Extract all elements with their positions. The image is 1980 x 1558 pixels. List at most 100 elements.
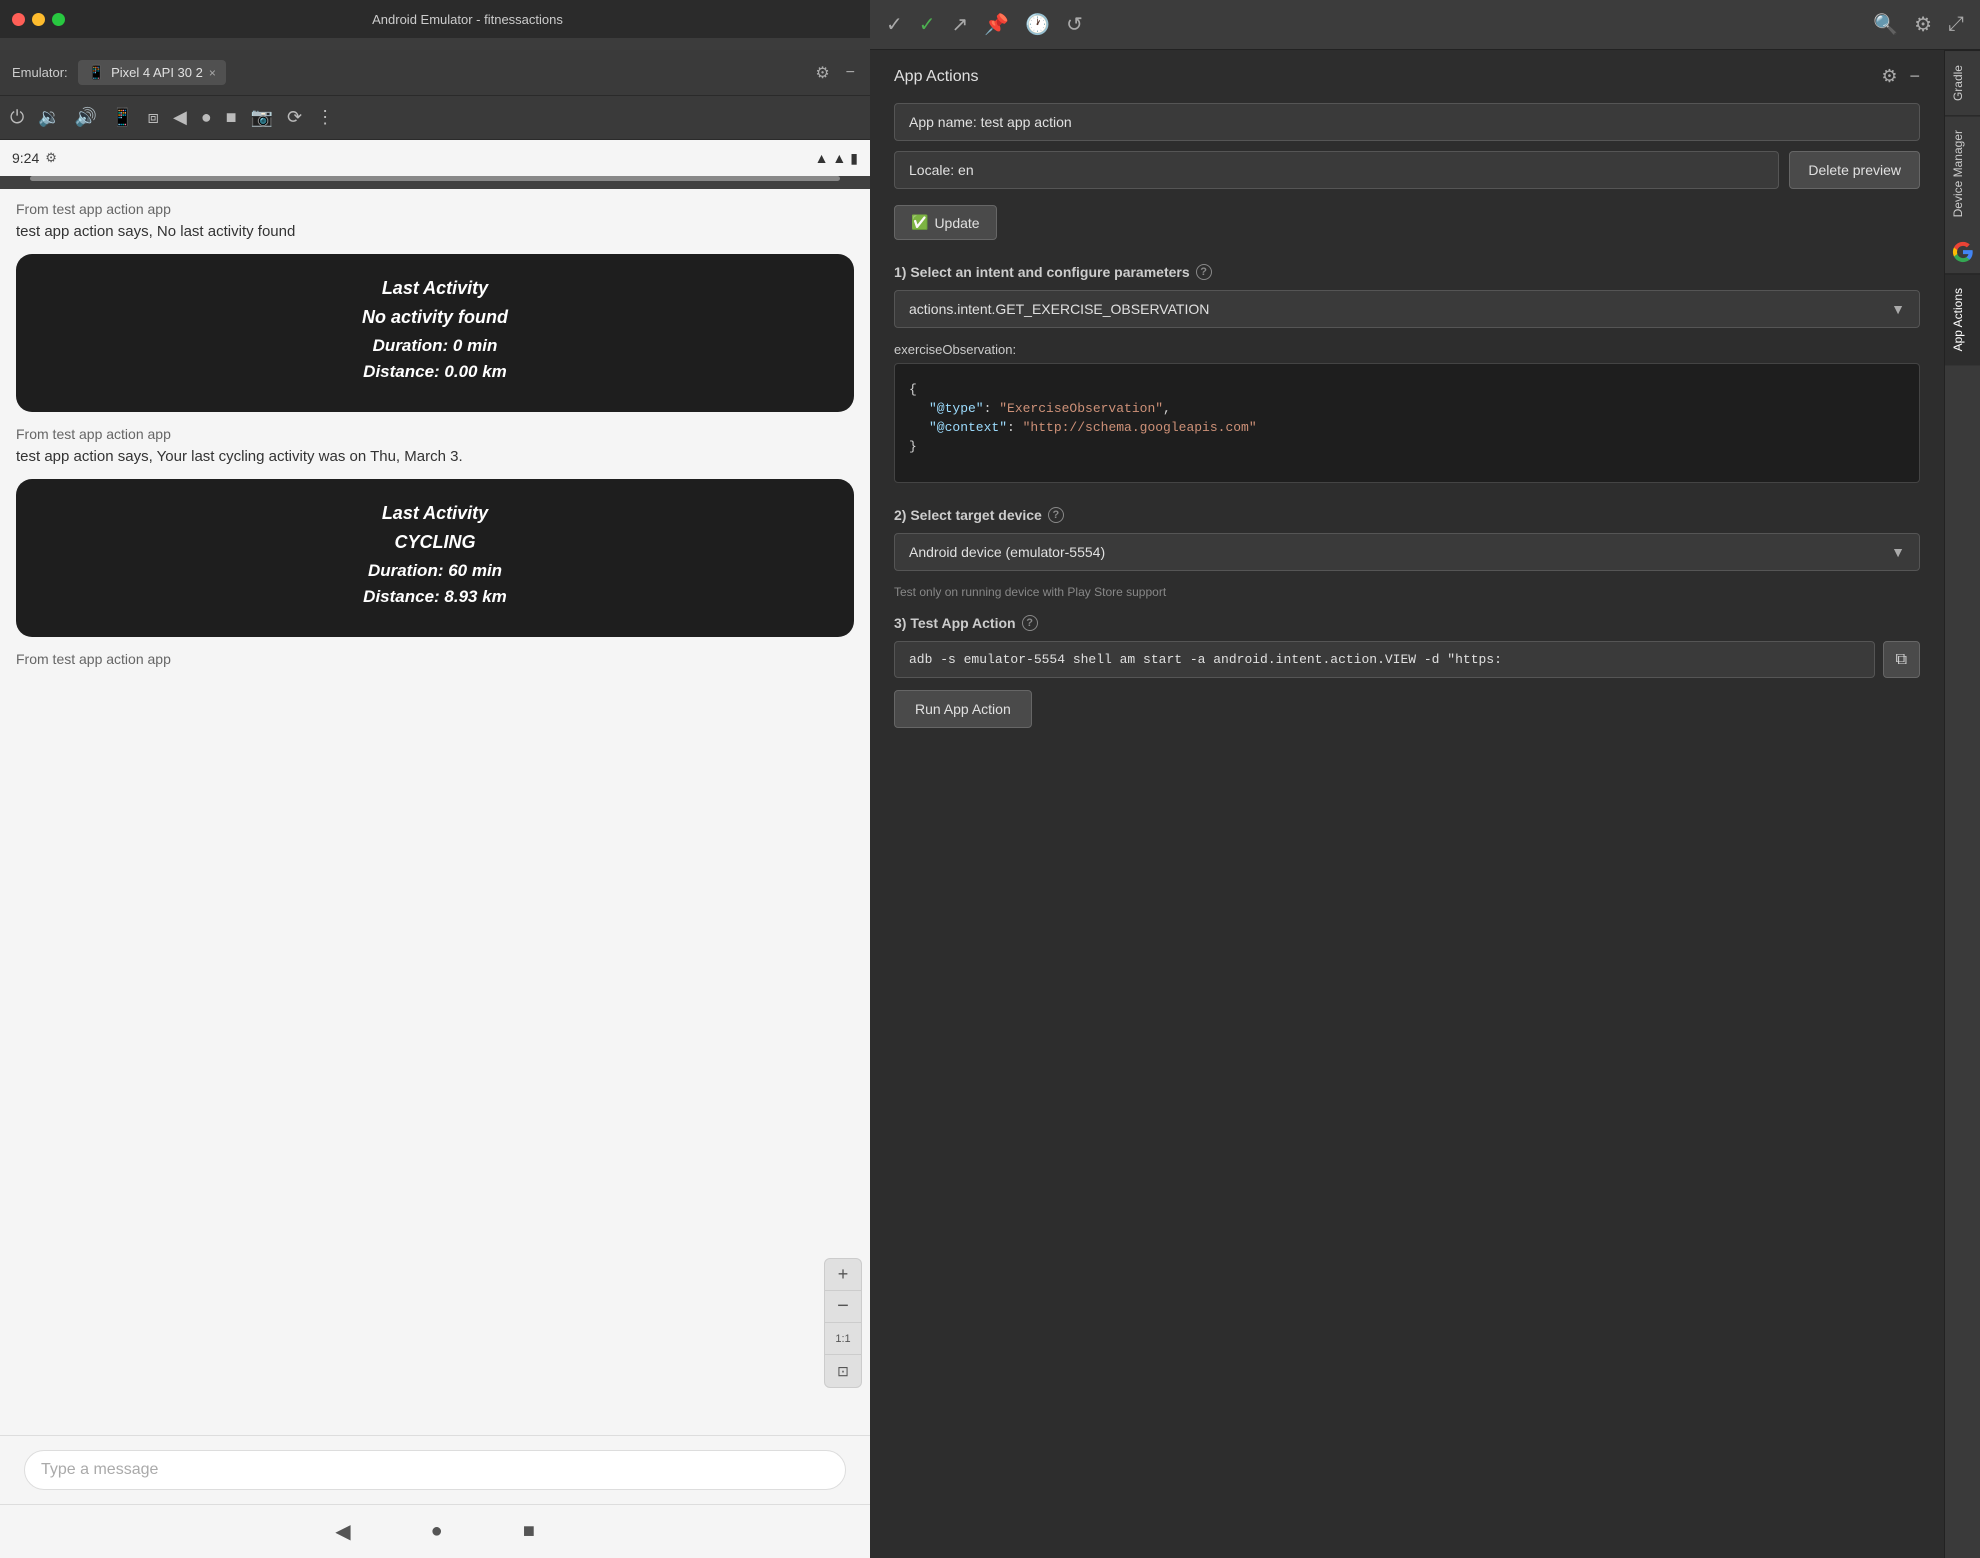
header-icons: ⚙ − (1881, 66, 1920, 87)
card2-title: Last Activity (40, 503, 830, 524)
card1-title: Last Activity (40, 278, 830, 299)
search-icon[interactable]: 🔍 (1873, 12, 1898, 37)
close-button[interactable] (12, 13, 25, 26)
back-icon[interactable]: ◀ (173, 107, 187, 128)
code-line-3: "@context": "http://schema.googleapis.co… (909, 420, 1905, 435)
undo-icon[interactable]: ↺ (1066, 12, 1083, 37)
minimize-button[interactable] (32, 13, 45, 26)
section2-help-icon[interactable]: ? (1048, 507, 1064, 523)
emulator-minimize-icon[interactable]: − (843, 61, 858, 85)
gradle-tab[interactable]: Gradle (1945, 50, 1980, 115)
section1-help-icon[interactable]: ? (1196, 264, 1212, 280)
right-panel-toolbar: ✓ ✓ ↗ 📌 🕐 ↺ 🔍 ⚙ ⤢ (870, 0, 1980, 50)
battery-icon: ▮ (850, 150, 858, 167)
message-text-2: test app action says, Your last cycling … (16, 448, 854, 465)
message-input-area[interactable]: Type a message (0, 1435, 870, 1504)
expand-icon[interactable]: ⤢ (1948, 13, 1964, 36)
clock-icon[interactable]: 🕐 (1025, 12, 1050, 37)
card2-distance: Distance: 8.93 km (40, 587, 830, 607)
run-app-action-button[interactable]: Run App Action (894, 690, 1032, 728)
pin-icon[interactable]: 📌 (984, 12, 1009, 37)
section1-label: 1) Select an intent and configure parame… (894, 264, 1920, 280)
code-editor[interactable]: { "@type": "ExerciseObservation", "@cont… (894, 363, 1920, 483)
device-tab[interactable]: 📱 Pixel 4 API 30 2 × (78, 60, 226, 85)
device-section: Android device (emulator-5554) ▼ Test on… (894, 533, 1920, 599)
emulator-title-bar: Android Emulator - fitnessactions (0, 0, 870, 38)
update-label: Update (934, 215, 979, 231)
arrow-up-right-icon[interactable]: ↗ (952, 12, 969, 37)
home-icon[interactable]: ● (201, 107, 212, 128)
intent-value: actions.intent.GET_EXERCISE_OBSERVATION (909, 301, 1209, 317)
app-actions-tab[interactable]: App Actions (1945, 273, 1980, 365)
command-row: ⧉ (894, 641, 1920, 678)
volume-up-icon[interactable]: 🔊 (75, 107, 97, 128)
back-nav-button[interactable]: ◀ (335, 1519, 350, 1544)
section2-label: 2) Select target device ? (894, 507, 1920, 523)
zoom-reset-button[interactable]: 1:1 (825, 1323, 861, 1355)
fold-icon[interactable]: ⧈ (148, 107, 159, 128)
device-icons-row: ⏻ 🔉 🔊 📱 ⧈ ◀ ● ■ 📷 ⟳ ⋮ (0, 96, 870, 140)
traffic-lights (12, 13, 65, 26)
rotate-icon[interactable]: 📱 (111, 107, 133, 128)
emulator-toolbar: Emulator: 📱 Pixel 4 API 30 2 × ⚙ − (0, 50, 870, 96)
maximize-button[interactable] (52, 13, 65, 26)
recents-nav-button[interactable]: ■ (523, 1520, 535, 1543)
code-line-1: { (909, 382, 1905, 397)
power-icon[interactable]: ⏻ (10, 107, 24, 128)
intent-dropdown-arrow: ▼ (1891, 301, 1905, 317)
message-input-field[interactable]: Type a message (24, 1450, 846, 1490)
panel-settings-icon[interactable]: ⚙ (1881, 66, 1897, 87)
app-actions-content: App Actions ⚙ − Delete preview (870, 50, 1944, 1558)
settings-status-icon: ⚙ (45, 150, 57, 166)
signal-icon: ▲ (832, 150, 846, 166)
volume-down-icon[interactable]: 🔉 (38, 107, 60, 128)
code-line-4: } (909, 439, 1905, 454)
delete-preview-button[interactable]: Delete preview (1789, 151, 1920, 189)
intent-dropdown[interactable]: actions.intent.GET_EXERCISE_OBSERVATION … (894, 290, 1920, 328)
command-input[interactable] (894, 641, 1875, 678)
emulator-settings-icon[interactable]: ⚙ (812, 60, 832, 86)
device-name: Pixel 4 API 30 2 (111, 65, 203, 80)
checkmark2-icon[interactable]: ✓ (919, 12, 936, 37)
card2-duration: Duration: 60 min (40, 561, 830, 581)
zoom-in-button[interactable]: + (825, 1259, 861, 1291)
replay-icon[interactable]: ⟳ (287, 107, 302, 128)
fit-screen-button[interactable]: ⊡ (825, 1355, 861, 1387)
recents-icon[interactable]: ■ (226, 107, 237, 128)
section3-label: 3) Test App Action ? (894, 615, 1920, 631)
zoom-out-button[interactable]: − (825, 1291, 861, 1323)
locale-row: Delete preview (894, 151, 1920, 189)
activity-card-1: Last Activity No activity found Duration… (16, 254, 854, 412)
app-name-input[interactable] (894, 103, 1920, 141)
app-actions-title: App Actions (894, 68, 979, 86)
message-label-2: From test app action app (16, 426, 854, 442)
app-actions-panel: App Actions ⚙ − Delete preview (870, 50, 1944, 1558)
zoom-controls: + − 1:1 ⊡ (824, 1258, 862, 1388)
home-nav-button[interactable]: ● (431, 1520, 443, 1543)
screenshot-icon[interactable]: 📷 (251, 107, 273, 128)
google-icon (1952, 241, 1974, 263)
wifi-icon: ▲ (815, 150, 829, 166)
panel-minimize-icon[interactable]: − (1909, 66, 1920, 87)
settings-icon[interactable]: ⚙ (1914, 12, 1932, 37)
copy-button[interactable]: ⧉ (1883, 641, 1920, 678)
card1-duration: Duration: 0 min (40, 336, 830, 356)
update-button[interactable]: ✅ Update (894, 205, 997, 240)
checkmark-icon[interactable]: ✓ (886, 12, 903, 37)
locale-input[interactable] (894, 151, 1779, 189)
window-title: Android Emulator - fitnessactions (77, 12, 858, 27)
message-text-1: test app action says, No last activity f… (16, 223, 854, 240)
more-icon[interactable]: ⋮ (316, 107, 334, 128)
tab-close-button[interactable]: × (209, 66, 216, 80)
right-tabs: Gradle Device Manager App Actions (1944, 50, 1980, 1558)
param-label: exerciseObservation: (894, 342, 1920, 357)
message-label-1: From test app action app (16, 201, 854, 217)
device-manager-tab[interactable]: Device Manager (1945, 115, 1980, 231)
section3-help-icon[interactable]: ? (1022, 615, 1038, 631)
update-check-icon: ✅ (911, 214, 928, 231)
code-line-2: "@type": "ExerciseObservation", (909, 401, 1905, 416)
device-value: Android device (emulator-5554) (909, 544, 1105, 560)
device-dropdown[interactable]: Android device (emulator-5554) ▼ (894, 533, 1920, 571)
card2-value: CYCLING (40, 532, 830, 553)
activity-card-2: Last Activity CYCLING Duration: 60 min D… (16, 479, 854, 637)
